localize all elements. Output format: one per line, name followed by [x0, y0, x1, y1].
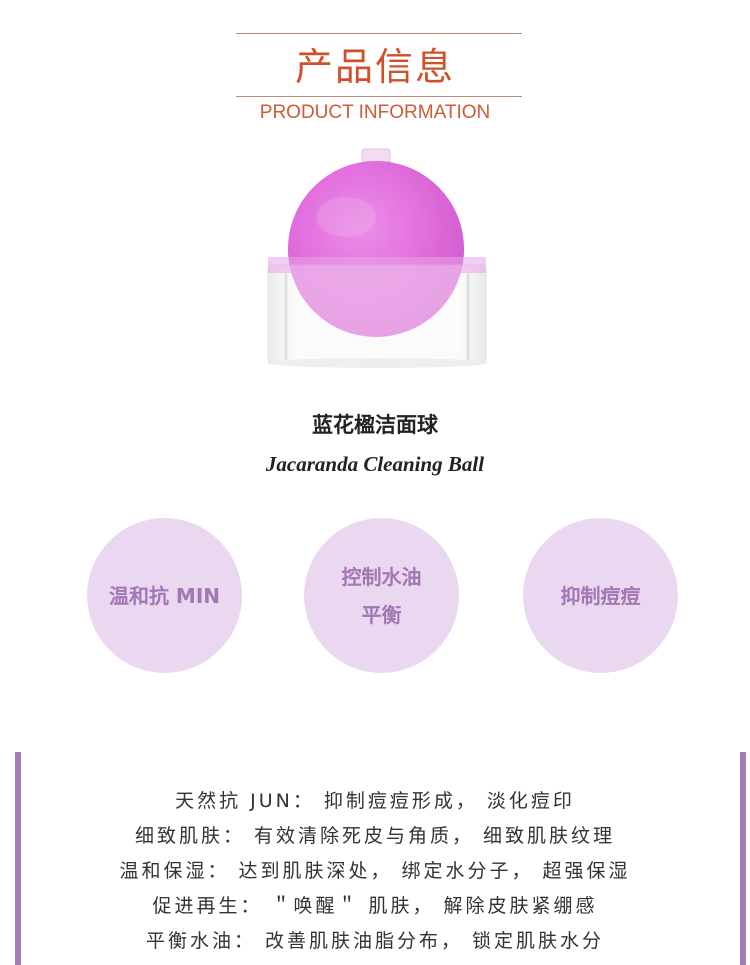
- feature-badge-acne-control: 抑制痘痘: [523, 518, 678, 673]
- benefit-line: 细致肌肤： 有效清除死皮与角质， 细致肌肤纹理: [134, 825, 616, 847]
- feature-label: 抑制痘痘: [560, 583, 641, 608]
- header-divider-bottom: [236, 96, 522, 97]
- header-divider-top: [236, 33, 522, 34]
- feature-label: 温和抗 MIN: [108, 583, 221, 608]
- benefits-description: 天然抗 JUN： 抑制痘痘形成， 淡化痘印 细致肌肤： 有效清除死皮与角质， 细…: [0, 784, 750, 959]
- product-name-english: Jacaranda Cleaning Ball: [265, 452, 485, 476]
- feature-label: 控制水油: [341, 564, 422, 589]
- section-subtitle: PRODUCT INFORMATION: [259, 102, 491, 123]
- cleansing-ball-product-image: [267, 148, 487, 368]
- feature-badge-oil-balance: 控制水油 平衡: [304, 518, 459, 673]
- benefit-line: 天然抗 JUN： 抑制痘痘形成， 淡化痘印: [175, 790, 575, 812]
- product-name-chinese: 蓝花楹洁面球: [312, 412, 438, 437]
- feature-badge-gentle: 温和抗 MIN: [87, 518, 242, 673]
- benefit-line: 促进再生： ＂唤醒＂ 肌肤， 解除皮肤紧绷感: [152, 895, 598, 917]
- feature-label: 平衡: [361, 602, 402, 627]
- benefit-line: 温和保湿： 达到肌肤深处， 绑定水分子， 超强保湿: [119, 860, 631, 882]
- section-title: 产品信息: [294, 45, 455, 89]
- benefit-line: 平衡水油： 改善肌肤油脂分布， 锁定肌肤水分: [145, 930, 605, 952]
